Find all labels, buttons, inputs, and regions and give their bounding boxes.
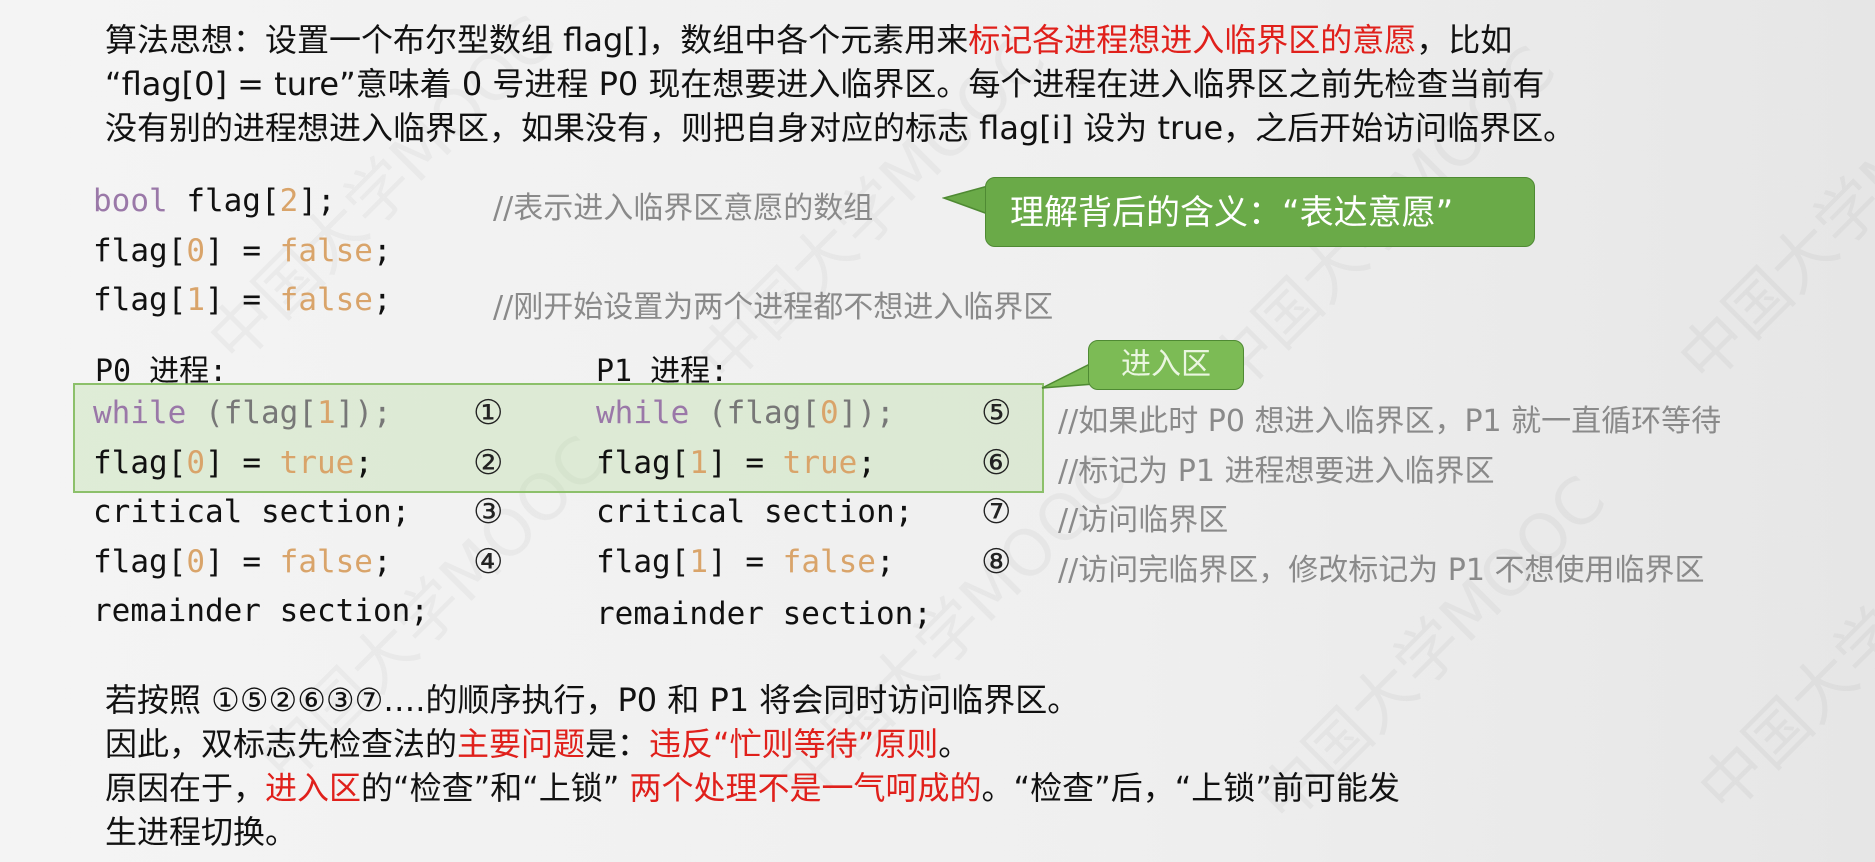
intro-line-2: “flag[0] = ture”意味着 0 号进程 P0 现在想要进入临界区。每… <box>105 65 1545 103</box>
code-number: 1 <box>689 445 708 481</box>
code-text: ; <box>857 445 876 481</box>
code-literal: true <box>782 445 858 481</box>
conclusion-text: 原因在于， <box>105 769 266 807</box>
code-text: ; <box>354 445 373 481</box>
intro-emphasis: 标记各进程想进入临界区的意愿 <box>968 21 1417 59</box>
step-marker: ⑥ <box>981 443 1012 483</box>
code-decl-line-2: flag[0] = false; <box>93 233 392 269</box>
step-marker: ④ <box>473 542 504 582</box>
code-text: ] = <box>205 544 280 580</box>
conclusion-emphasis: 两个处理不是一气呵成的 <box>629 769 982 807</box>
p1-reset-line: flag[1] = false; <box>596 544 895 580</box>
intro-line-1: 算法思想：设置一个布尔型数组 flag[]，数组中各个元素用来标记各进程想进入临… <box>105 18 1845 62</box>
conclusion-emphasis: 进入区 <box>265 769 362 807</box>
code-number: 1 <box>316 395 336 431</box>
p1-comment: //如果此时 P0 想进入临界区，P1 就一直循环等待 <box>1058 404 1722 439</box>
step-marker: ⑤ <box>981 393 1012 433</box>
conclusion-emphasis: 违反“忙则等待”原则 <box>649 725 939 763</box>
decl-comment: //表示进入临界区意愿的数组 <box>493 191 874 226</box>
code-number: 2 <box>279 183 299 219</box>
conclusion-text: 是： <box>585 725 650 763</box>
callout-meaning: 理解背后的含义：“表达意愿” <box>985 177 1535 247</box>
p1-set-line: flag[1] = true; <box>596 445 876 481</box>
code-text: ; <box>372 544 392 580</box>
code-text: ]; <box>298 183 336 219</box>
step-marker: ⑧ <box>981 542 1012 582</box>
step-marker: ⑦ <box>981 492 1012 532</box>
intro-paragraph: 算法思想：设置一个布尔型数组 flag[]，数组中各个元素用来标记各进程想进入临… <box>105 18 1845 150</box>
init-comment: //刚开始设置为两个进程都不想进入临界区 <box>493 290 1054 325</box>
code-text: ; <box>372 282 392 318</box>
code-text: ; <box>875 544 895 580</box>
p1-comment: //访问临界区 <box>1058 503 1229 538</box>
conclusion-line-4: 生进程切换。 <box>105 813 298 851</box>
p0-title: P0 进程: <box>95 354 228 389</box>
code-number: 1 <box>186 282 205 318</box>
code-literal: false <box>279 544 373 580</box>
callout-entry-section: 进入区 <box>1088 340 1244 390</box>
code-number: 0 <box>186 445 205 481</box>
code-number: 0 <box>819 395 839 431</box>
p1-while-line: while (flag[0]); <box>596 395 895 431</box>
p1-comment: //访问完临界区，修改标记为 P1 不想使用临界区 <box>1058 553 1705 588</box>
intro-text: 算法思想：设置一个布尔型数组 flag[]，数组中各个元素用来 <box>105 21 969 59</box>
code-decl-line-1: bool flag[2]; <box>93 183 336 219</box>
code-text: ] = <box>708 445 783 481</box>
p1-remainder-line: remainder section; <box>596 596 932 632</box>
code-text: flag[ <box>93 544 187 580</box>
conclusion-text: 的“检查”和“上锁” <box>361 769 630 807</box>
code-text: ; <box>372 233 392 269</box>
code-literal: false <box>279 282 373 318</box>
code-literal: true <box>279 445 355 481</box>
code-keyword: bool <box>93 183 168 219</box>
code-text: ] = <box>205 233 280 269</box>
code-text: flag[ <box>167 183 280 219</box>
conclusion-text: 。“检查”后，“上锁”前可能发 <box>981 769 1400 807</box>
code-text: ]); <box>838 395 895 431</box>
intro-text: ，比如 <box>1416 21 1513 59</box>
code-text: (flag[ <box>186 395 317 431</box>
code-text: flag[ <box>596 544 690 580</box>
code-text: ] = <box>205 445 280 481</box>
p1-comment: //标记为 P1 进程想要进入临界区 <box>1058 454 1495 489</box>
p0-reset-line: flag[0] = false; <box>93 544 392 580</box>
p0-critical-line: critical section; <box>93 494 411 530</box>
step-marker: ③ <box>473 492 504 532</box>
p0-remainder-line: remainder section; <box>93 593 429 629</box>
code-text: (flag[ <box>689 395 820 431</box>
conclusion-line-3: 原因在于，进入区的“检查”和“上锁” 两个处理不是一气呵成的。“检查”后，“上锁… <box>105 766 1845 810</box>
p1-title: P1 进程: <box>596 354 729 389</box>
p0-set-line: flag[0] = true; <box>93 445 373 481</box>
p1-critical-line: critical section; <box>596 494 914 530</box>
code-number: 0 <box>186 544 205 580</box>
slide: 中国大学MOOC 中国大学MOOC 中国大学MOOC 中国大学MOOC 中国大学… <box>0 0 1875 862</box>
code-keyword: while <box>596 395 690 431</box>
code-decl-line-3: flag[1] = false; <box>93 282 392 318</box>
code-text: ] = <box>205 282 280 318</box>
code-text: flag[ <box>596 445 690 481</box>
intro-line-3: 没有别的进程想进入临界区，如果没有，则把自身对应的标志 flag[i] 设为 t… <box>105 109 1576 147</box>
conclusion-text: 。 <box>938 725 971 763</box>
p0-while-line: while (flag[1]); <box>93 395 392 431</box>
code-literal: false <box>782 544 876 580</box>
conclusion-paragraph: 若按照 ①⑤②⑥③⑦….的顺序执行，P0 和 P1 将会同时访问临界区。 因此，… <box>105 678 1845 854</box>
conclusion-text: 因此，双标志先检查法的 <box>105 725 458 763</box>
code-text: flag[ <box>93 233 187 269</box>
conclusion-emphasis: 主要问题 <box>457 725 586 763</box>
code-number: 0 <box>186 233 205 269</box>
code-literal: false <box>279 233 373 269</box>
step-marker: ① <box>473 393 504 433</box>
code-keyword: while <box>93 395 187 431</box>
code-number: 1 <box>689 544 708 580</box>
conclusion-line-2: 因此，双标志先检查法的主要问题是：违反“忙则等待”原则。 <box>105 722 1845 766</box>
code-text: ] = <box>708 544 783 580</box>
step-marker: ② <box>473 443 504 483</box>
code-text: flag[ <box>93 282 187 318</box>
conclusion-line-1: 若按照 ①⑤②⑥③⑦….的顺序执行，P0 和 P1 将会同时访问临界区。 <box>105 681 1080 719</box>
code-text: flag[ <box>93 445 187 481</box>
code-text: ]); <box>335 395 392 431</box>
